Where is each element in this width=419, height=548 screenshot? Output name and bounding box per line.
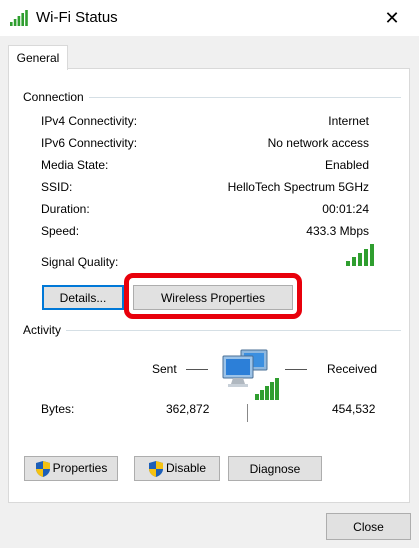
media-state-value: Enabled: [324, 158, 369, 172]
wireless-properties-button[interactable]: Wireless Properties: [133, 285, 293, 310]
ipv4-label: IPv4 Connectivity:: [41, 114, 138, 128]
sent-label: Sent: [152, 362, 177, 376]
general-tab-panel: Connection IPv4 Connectivity: Internet I…: [8, 68, 410, 503]
tab-general[interactable]: General: [8, 45, 68, 70]
ipv4-value: Internet: [328, 114, 369, 128]
properties-button[interactable]: Properties: [24, 456, 118, 481]
ipv6-label: IPv6 Connectivity:: [41, 136, 138, 150]
disable-button-label: Disable: [165, 460, 207, 475]
network-computers-icon: [222, 349, 279, 400]
details-button[interactable]: Details...: [42, 285, 124, 310]
activity-group-line: [23, 330, 401, 331]
activity-divider: [247, 404, 248, 422]
ssid-value: HelloTech Spectrum 5GHz: [227, 180, 369, 194]
close-button[interactable]: Close: [326, 513, 411, 540]
uac-shield-icon: [148, 460, 163, 477]
disable-button[interactable]: Disable: [134, 456, 220, 481]
media-state-label: Media State:: [41, 158, 109, 172]
diagnose-button[interactable]: Diagnose: [228, 456, 322, 481]
uac-shield-icon: [35, 460, 50, 477]
speed-label: Speed:: [41, 224, 80, 238]
ssid-label: SSID:: [41, 180, 73, 194]
bytes-label: Bytes:: [41, 402, 75, 416]
signal-quality-label: Signal Quality:: [41, 255, 119, 269]
activity-group-label: Activity: [23, 323, 67, 337]
signal-quality-icon: [346, 244, 374, 266]
window-title: Wi-Fi Status: [36, 9, 118, 26]
title-bar: Wi-Fi Status ✕: [0, 0, 419, 36]
duration-value: 00:01:24: [322, 202, 369, 216]
connection-group-label: Connection: [23, 90, 89, 104]
ipv6-value: No network access: [267, 136, 369, 150]
sent-connector-line: [186, 369, 208, 370]
bytes-sent-value: 362,872: [166, 402, 210, 416]
title-close-button[interactable]: ✕: [379, 6, 405, 30]
duration-label: Duration:: [41, 202, 90, 216]
received-connector-line: [285, 369, 307, 370]
wifi-signal-icon: [10, 10, 28, 26]
received-label: Received: [327, 362, 378, 376]
wifi-status-window: Wi-Fi Status ✕ General Connection IPv4 C…: [0, 0, 419, 548]
properties-button-label: Properties: [52, 460, 108, 475]
bytes-received-value: 454,532: [332, 402, 376, 416]
speed-value: 433.3 Mbps: [306, 224, 369, 238]
